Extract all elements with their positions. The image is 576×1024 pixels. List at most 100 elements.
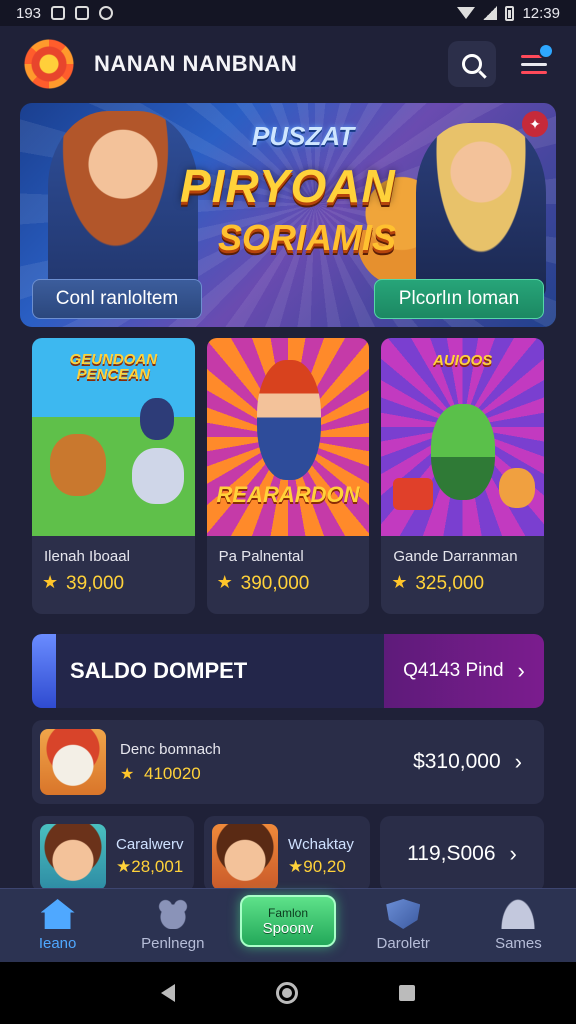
game-art-title: AUIOOS	[433, 352, 493, 369]
chevron-right-icon: ›	[517, 658, 525, 683]
wallet-label: SALDO DOMPET	[70, 658, 248, 683]
user-icon	[501, 899, 536, 929]
list-item-score: ★ 410020	[120, 764, 221, 784]
center-button-top: Famlon	[267, 905, 308, 920]
tab-label: Daroletr	[376, 935, 430, 952]
mini-card[interactable]: Caralwerv ★28,001	[32, 816, 194, 892]
star-icon: ★	[120, 765, 135, 783]
wifi-icon	[457, 7, 476, 19]
game-name: Ilenah Iboaal	[44, 548, 130, 565]
app-notification-icon	[75, 6, 90, 20]
tab-center[interactable]: Famlon Spoonv	[230, 889, 345, 962]
star-icon: ★	[216, 572, 233, 592]
list-item-score-value: 410020	[144, 763, 201, 783]
list-item-amount: $310,000 ›	[413, 749, 522, 775]
star-icon: ★	[391, 572, 408, 592]
dog-character	[50, 434, 106, 496]
banner-kicker: PUSZAT	[252, 121, 355, 151]
game-score-value: 39,000	[66, 573, 125, 594]
hero-character	[256, 360, 321, 480]
banner-secondary-button[interactable]: Conl ranloltem	[32, 279, 202, 319]
game-art: AUIOOS	[381, 338, 545, 536]
bottom-tab-bar: Ieano Penlnegn Famlon Spoonv Daroletr Sa…	[0, 888, 576, 962]
wallet-balance-row[interactable]: SALDO DOMPET Q4143 Pind ›	[32, 634, 544, 708]
center-button-label: Spoonv	[262, 919, 314, 937]
star-icon: ★	[288, 857, 304, 876]
banner-primary-button[interactable]: Plcorlın loman	[374, 279, 544, 319]
chevron-right-icon: ›	[514, 749, 522, 774]
pet-character	[499, 468, 536, 508]
game-score-value: 390,000	[240, 573, 310, 594]
notification-icon	[51, 6, 66, 20]
game-thumbnail	[212, 824, 278, 890]
star-icon: ★	[116, 857, 132, 876]
game-score: ★ 390,000	[207, 565, 370, 595]
chevron-right-icon: ›	[509, 841, 517, 866]
game-thumbnail	[40, 824, 106, 890]
tab-label: Sames	[495, 935, 542, 952]
back-icon[interactable]	[160, 984, 175, 1002]
search-icon	[462, 54, 482, 74]
mini-card-amount[interactable]: 119,S006 ›	[380, 816, 544, 892]
treasure-chest	[393, 478, 434, 510]
list-item-amount-value: $310,000	[413, 750, 501, 773]
status-time: 12:39	[522, 4, 560, 22]
game-score: ★ 39,000	[32, 565, 195, 595]
app-bar: NANAN NANBNAN	[0, 26, 576, 102]
tab-profile[interactable]: Sames	[461, 889, 576, 962]
tab-rewards[interactable]: Daroletr	[346, 889, 461, 962]
menu-icon-bar	[521, 62, 547, 66]
hero-illustration	[416, 123, 546, 298]
game-card[interactable]: AUIOOS Gande Darranman ★ 325,000	[381, 338, 545, 614]
mini-card-title: Wchaktay	[288, 836, 354, 853]
list-item-title: Denc bomnach	[120, 740, 221, 758]
menu-icon-bar	[521, 70, 547, 74]
wallet-value[interactable]: Q4143 Pind ›	[384, 634, 544, 708]
status-time-left: 193	[16, 4, 42, 22]
system-nav-bar	[0, 962, 576, 1024]
search-button[interactable]	[448, 41, 496, 87]
cat-character	[132, 448, 184, 504]
kid-character	[140, 398, 174, 440]
list-item[interactable]: Denc bomnach ★ 410020 $310,000 ›	[32, 720, 544, 804]
notification-badge	[538, 43, 554, 59]
recents-icon[interactable]	[399, 985, 416, 1001]
home-circle-icon[interactable]	[275, 982, 298, 1004]
center-action-button[interactable]: Famlon Spoonv	[240, 894, 336, 947]
mini-card-score-value: 90,20	[303, 857, 346, 876]
game-art: GEUNDOAN PENCEAN	[32, 338, 195, 536]
game-card[interactable]: REARARDON Pa Palnental ★ 390,000	[206, 338, 370, 614]
tab-label: Penlnegn	[141, 935, 205, 952]
game-art-title: REARARDON	[216, 482, 360, 507]
mini-card[interactable]: Wchaktay ★90,20	[204, 816, 370, 892]
signal-icon	[483, 6, 498, 20]
mini-card-score-value: 28,001	[131, 857, 184, 876]
wallet-accent	[32, 634, 56, 708]
mini-card-score: ★90,20	[288, 857, 354, 877]
tab-label: Ieano	[38, 935, 77, 952]
promo-banner[interactable]: ✦ PUSZAT PIRYOAN SORIAMIS Conl ranloltem…	[20, 103, 556, 327]
banner-title: PIRYOAN	[180, 160, 396, 212]
home-icon	[40, 899, 75, 929]
game-carousel: GEUNDOAN PENCEAN Ilenah Iboaal ★ 39,000 R…	[32, 338, 545, 614]
shield-icon	[386, 899, 421, 929]
game-card[interactable]: GEUNDOAN PENCEAN Ilenah Iboaal ★ 39,000	[32, 338, 195, 614]
mini-card-row: Caralwerv ★28,001 Wchaktay ★90,20 119,S0…	[32, 816, 544, 892]
monster-character	[431, 404, 496, 500]
status-bar: 193 12:39	[0, 0, 576, 26]
banner-subtitle: SORIAMIS	[218, 217, 397, 258]
heroine-illustration	[48, 111, 198, 301]
game-name: Pa Palnental	[218, 548, 304, 565]
game-score-value: 325,000	[415, 573, 485, 594]
wallet-value-text: Q4143 Pind	[403, 660, 504, 681]
menu-button[interactable]	[514, 41, 554, 87]
battery-icon	[505, 5, 515, 21]
pet-icon	[155, 899, 190, 929]
tab-pets[interactable]: Penlnegn	[115, 889, 230, 962]
game-art-title: GEUNDOAN PENCEAN	[69, 351, 158, 383]
star-icon: ★	[42, 572, 59, 592]
mini-card-score: ★28,001	[116, 857, 184, 877]
game-thumbnail	[40, 729, 106, 795]
tab-home[interactable]: Ieano	[0, 889, 115, 962]
share-icon[interactable]: ✦	[522, 111, 548, 137]
